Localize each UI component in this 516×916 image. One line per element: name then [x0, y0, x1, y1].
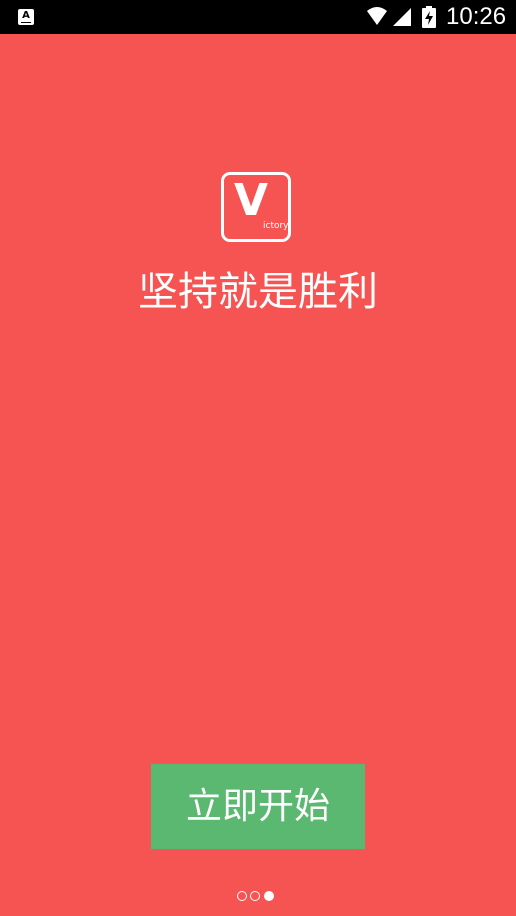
status-bar: A 10:26: [0, 0, 516, 34]
logo-letter: V: [234, 175, 269, 226]
page-dot-2[interactable]: [250, 891, 260, 901]
slogan-text: 坚持就是胜利: [138, 269, 378, 315]
app-notification-icon: A: [18, 9, 34, 25]
page-dot-1[interactable]: [237, 891, 247, 901]
logo-text: ictory: [263, 221, 289, 231]
wifi-icon: [367, 7, 387, 25]
splash-screen: A 10:26 V ictory 坚持就是胜利 立即开始: [0, 0, 516, 916]
page-dot-3-active[interactable]: [264, 891, 274, 901]
start-now-button[interactable]: 立即开始: [151, 764, 365, 849]
cell-signal-icon: [393, 8, 411, 26]
battery-charging-icon: [422, 6, 436, 28]
app-logo: V ictory: [221, 172, 291, 242]
status-time: 10:26: [446, 3, 507, 30]
